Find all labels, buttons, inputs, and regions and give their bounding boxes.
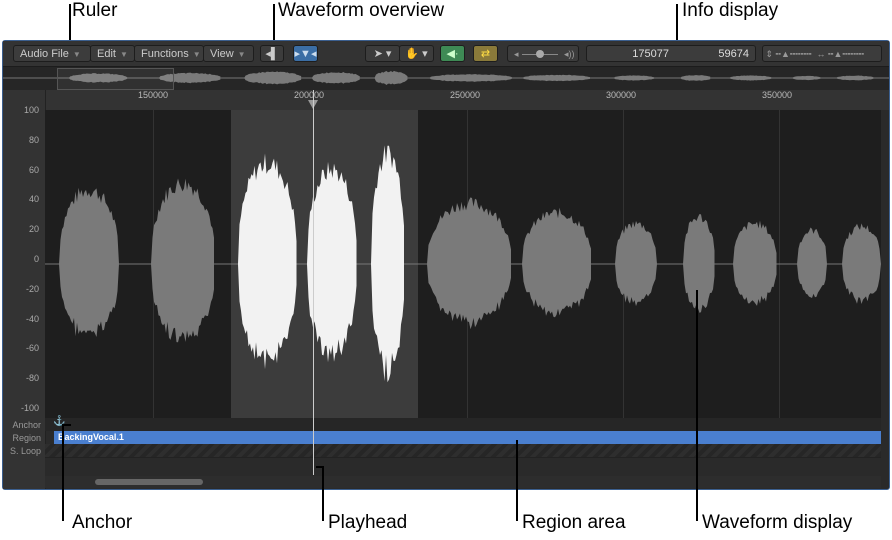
length-value: 59674 — [718, 48, 749, 60]
waveform-segment — [151, 178, 214, 343]
toolbar: Audio File ▼ Edit ▼ Functions ▼ View ▼ ◂▌ ▸▼… — [3, 41, 889, 67]
info-display: 175077 59674 — [586, 45, 756, 62]
waveform-segment — [683, 213, 715, 313]
y-axis-label: -80 — [25, 373, 39, 384]
y-axis-label: -60 — [25, 343, 39, 354]
ruler[interactable]: 150000 200000 250000 300000 350000 — [3, 90, 889, 110]
anchor-row-label: Anchor — [12, 420, 41, 430]
waveform-segment — [371, 145, 404, 383]
anchor-row: ⚓ — [45, 416, 881, 431]
y-axis-label: -20 — [25, 283, 39, 294]
sloop-row — [45, 444, 881, 457]
waveform-segment — [729, 75, 772, 81]
callout-info-display: Info display — [682, 0, 779, 21]
waveform-display[interactable] — [45, 110, 881, 418]
snap-button[interactable]: ▸▼◂ — [293, 45, 318, 62]
callout-anchor: Anchor — [72, 512, 133, 533]
position-value: 175077 — [632, 48, 669, 60]
callout-waveform-display: Waveform display — [702, 512, 853, 533]
functions-menu[interactable]: Functions ▼ — [134, 45, 204, 62]
ruler-tick: 150000 — [138, 90, 169, 100]
y-axis-label: 20 — [28, 224, 39, 235]
waveform-segment — [613, 75, 655, 81]
waveform-segment — [797, 227, 827, 298]
waveform-segment — [842, 223, 881, 304]
waveform-segment — [429, 74, 512, 82]
sloop-row-label: S. Loop — [9, 446, 41, 456]
waveform-segment — [427, 197, 511, 330]
horizontal-scrollbar[interactable] — [45, 476, 881, 488]
waveform-segment — [522, 207, 591, 318]
waveform-segment — [374, 70, 408, 85]
ruler-tick: 300000 — [606, 90, 637, 100]
ruler-tick: 250000 — [450, 90, 481, 100]
audio-file-menu[interactable]: Audio File ▼ — [13, 45, 91, 62]
waveform-segment — [307, 161, 357, 363]
speaker-icon[interactable]: ◀· — [440, 45, 465, 62]
waveform-segment — [615, 221, 657, 307]
waveform-segment — [311, 71, 360, 84]
hand-tool-icon[interactable]: ✋ ▾ — [399, 45, 434, 62]
y-axis-label: -100 — [20, 403, 39, 413]
callout-ruler: Ruler — [72, 0, 118, 21]
callout-playhead: Playhead — [328, 512, 408, 533]
y-axis-label: 100 — [23, 105, 39, 115]
ruler-tick: 350000 — [762, 90, 793, 100]
callout-waveform-overview: Waveform overview — [278, 0, 445, 21]
waveform-segment — [680, 75, 711, 81]
waveform-segment — [791, 75, 821, 81]
playhead[interactable] — [313, 90, 314, 475]
waveform-segment — [522, 74, 590, 82]
volume-slider[interactable]: ◂ ◂)) — [507, 45, 579, 62]
waveform-segment — [59, 187, 119, 337]
y-axis-label: 0 — [33, 254, 39, 264]
scrollbar-thumb[interactable] — [95, 479, 203, 485]
waveform-segment — [238, 153, 297, 370]
waveform-overview[interactable] — [3, 67, 889, 90]
zoom-sliders[interactable]: ⇕ ╍▲╍╍╍╍ ↔ ╍▲╍╍╍╍ — [762, 45, 882, 62]
y-axis-label: 80 — [28, 134, 39, 145]
y-axis-label: 40 — [28, 194, 39, 205]
ruler-tick: 200000 — [294, 90, 325, 100]
callout-region-area: Region area — [522, 512, 626, 533]
sample-editor-window: Audio File ▼ Edit ▼ Functions ▼ View ▼ ◂▌ ▸▼… — [2, 40, 890, 490]
y-axis-label: 60 — [28, 164, 39, 175]
cycle-icon[interactable]: ⇄ — [473, 45, 498, 62]
catch-button[interactable]: ◂▌ — [260, 45, 284, 62]
waveform-segment — [244, 71, 302, 85]
pointer-tool-icon[interactable]: ➤ ▾ — [365, 45, 400, 62]
view-menu[interactable]: View ▼ — [203, 45, 254, 62]
left-gutter: Anchor Region S. Loop 100 80 60 40 20 0 -20 -40… — [3, 90, 46, 489]
overview-visible-range[interactable] — [57, 68, 174, 90]
waveform-segment — [836, 75, 874, 81]
region-row-label: Region — [12, 433, 41, 443]
y-axis-label: -40 — [25, 313, 39, 324]
region-area[interactable]: BackingVocal.1 — [54, 431, 881, 444]
waveform-segment — [733, 220, 777, 306]
edit-menu[interactable]: Edit ▼ — [90, 45, 135, 62]
